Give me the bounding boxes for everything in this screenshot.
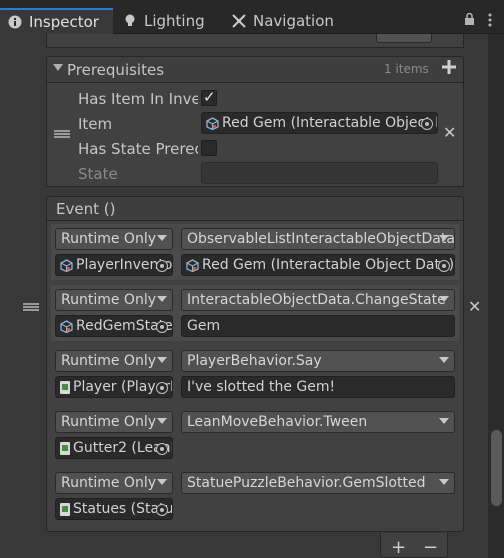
drag-handle-icon[interactable] — [54, 130, 70, 138]
runtime-mode-value: Runtime Only — [61, 231, 156, 247]
chevron-down-icon — [439, 418, 449, 424]
prerequisites-count: 1 items — [384, 62, 429, 76]
argument-text-field[interactable]: Gem — [181, 315, 455, 337]
drag-handle-icon[interactable] — [23, 303, 39, 311]
argument-object-field[interactable]: Red Gem (Interactable Object Data) — [181, 254, 455, 276]
tab-label: Inspector — [29, 13, 99, 31]
function-dropdown[interactable]: PlayerBehavior.Say — [181, 350, 455, 372]
has-item-label: Has Item In Inventory — [78, 90, 198, 108]
function-dropdown[interactable]: InteractableObjectData.ChangeState — [181, 289, 455, 311]
function-dropdown[interactable]: StatuePuzzleBehavior.GemSlotted — [181, 472, 455, 494]
tab-label: Lighting — [144, 12, 205, 30]
argument-text-field[interactable]: I've slotted the Gem! — [181, 376, 455, 398]
remove-prerequisite-icon[interactable]: ✕ — [443, 123, 456, 142]
scriptable-object-icon — [186, 258, 199, 272]
object-picker-icon[interactable] — [156, 260, 168, 272]
chevron-down-icon — [439, 357, 449, 363]
scriptable-object-icon — [206, 116, 219, 130]
chevron-down-icon — [439, 235, 449, 241]
chevron-down-icon — [157, 296, 167, 302]
remove-element-icon[interactable]: ✕ — [468, 297, 481, 316]
chevron-down-icon — [439, 296, 449, 302]
runtime-mode-dropdown[interactable]: Runtime Only — [55, 228, 173, 250]
object-picker-icon[interactable] — [156, 382, 168, 394]
target-object-field[interactable]: Gutter2 (LeanMoveBehavior) — [55, 437, 173, 459]
chevron-down-icon — [157, 235, 167, 241]
object-picker-icon[interactable] — [156, 321, 168, 333]
function-dropdown[interactable]: LeanMoveBehavior.Tween — [181, 411, 455, 433]
object-picker-icon[interactable] — [421, 118, 433, 130]
object-picker-icon[interactable] — [156, 443, 168, 455]
runtime-mode-value: Runtime Only — [61, 475, 156, 491]
event-title: Event () — [56, 200, 116, 218]
runtime-mode-value: Runtime Only — [61, 353, 156, 369]
chevron-down-icon — [157, 418, 167, 424]
target-object-field[interactable]: Player (PlayerBehavior) — [55, 376, 173, 398]
runtime-mode-dropdown[interactable]: Runtime Only — [55, 289, 173, 311]
target-object-field[interactable]: RedGemState — [55, 315, 173, 337]
runtime-mode-dropdown[interactable]: Runtime Only — [55, 411, 173, 433]
function-dropdown[interactable]: ObservableListInteractableObjectData — [181, 228, 455, 250]
runtime-mode-dropdown[interactable]: Runtime Only — [55, 472, 173, 494]
foldout-arrow-icon[interactable] — [53, 64, 63, 71]
prerequisites-title: Prerequisites — [67, 61, 165, 79]
add-event-button[interactable]: + — [391, 537, 406, 558]
lightbulb-icon — [123, 14, 137, 28]
tab-inspector[interactable]: Inspector — [0, 8, 113, 34]
scriptable-object-icon — [60, 319, 73, 333]
chevron-down-icon — [157, 357, 167, 363]
add-icon[interactable] — [442, 60, 456, 78]
more-menu-icon[interactable] — [488, 13, 492, 31]
function-value: ObservableListInteractableObjectData — [187, 231, 454, 247]
item-object-field[interactable]: Red Gem (Interactable Object Data) — [201, 112, 438, 134]
remove-event-button[interactable]: − — [423, 537, 438, 558]
tab-navigation[interactable]: Navigation — [224, 8, 344, 34]
has-state-checkbox[interactable] — [201, 140, 217, 156]
state-field — [201, 162, 438, 184]
object-picker-icon[interactable] — [156, 504, 168, 516]
scrollbar-thumb[interactable] — [491, 430, 502, 506]
has-item-checkbox[interactable] — [201, 88, 217, 106]
function-value: InteractableObjectData.ChangeState — [187, 292, 446, 308]
info-icon — [8, 15, 22, 29]
script-icon — [60, 502, 70, 516]
argument-value: Red Gem (Interactable Object Data) — [202, 257, 454, 273]
runtime-mode-value: Runtime Only — [61, 292, 156, 308]
target-object-field[interactable]: Statues (StatuePuzzleBehavior) — [55, 498, 173, 520]
function-value: PlayerBehavior.Say — [187, 353, 322, 369]
state-label: State — [78, 165, 118, 183]
chevron-down-icon — [157, 479, 167, 485]
chevron-down-icon — [439, 479, 449, 485]
script-icon — [60, 380, 70, 394]
item-object-value: Red Gem (Interactable Object Data) — [222, 115, 437, 131]
has-state-label: Has State Prerequisite — [78, 140, 198, 158]
tab-label: Navigation — [253, 12, 334, 30]
script-icon — [60, 441, 70, 455]
lock-icon[interactable] — [464, 12, 475, 29]
object-picker-icon[interactable] — [438, 260, 450, 272]
item-label: Item — [78, 115, 113, 133]
function-value: LeanMoveBehavior.Tween — [187, 414, 368, 430]
target-object-field[interactable]: PlayerInventory — [55, 254, 173, 276]
runtime-mode-value: Runtime Only — [61, 414, 156, 430]
previous-list-button[interactable] — [376, 34, 432, 43]
scriptable-object-icon — [60, 258, 73, 272]
runtime-mode-dropdown[interactable]: Runtime Only — [55, 350, 173, 372]
function-value: StatuePuzzleBehavior.GemSlotted — [187, 475, 426, 491]
navigation-icon — [232, 14, 246, 28]
tab-bar: Inspector Lighting Navigation — [0, 0, 504, 34]
tab-lighting[interactable]: Lighting — [115, 8, 215, 34]
